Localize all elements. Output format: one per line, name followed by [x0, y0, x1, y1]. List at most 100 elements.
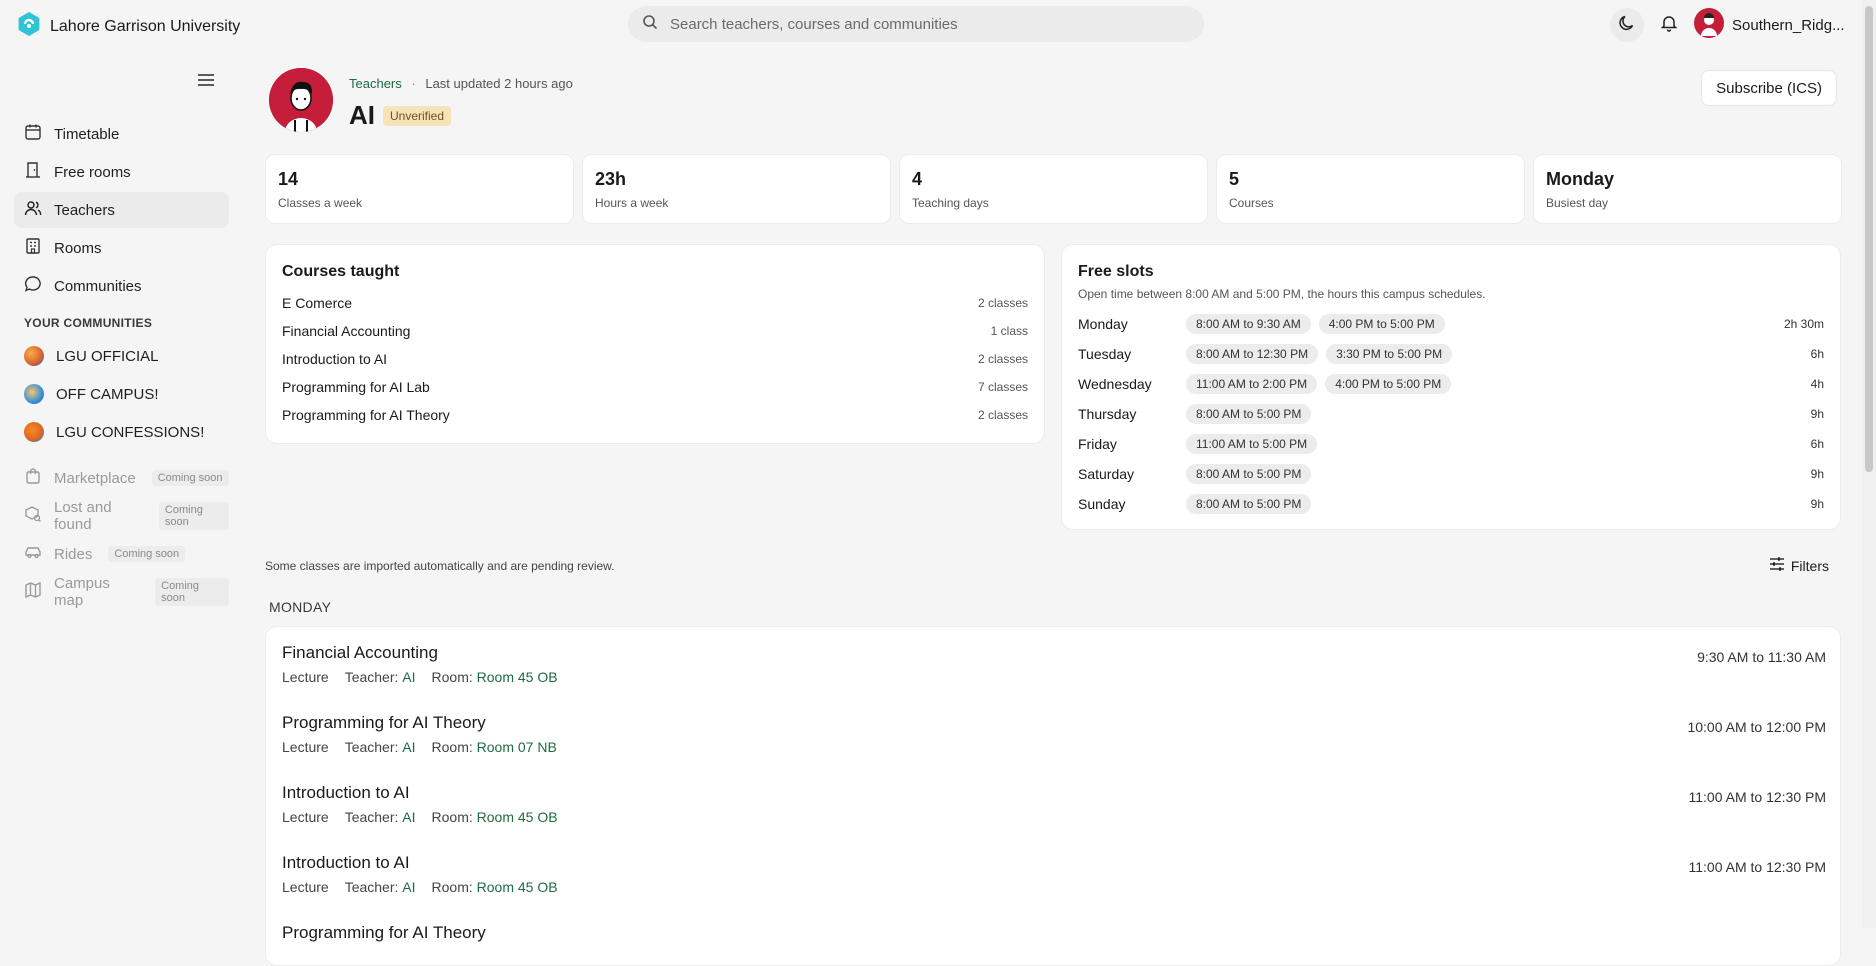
- sidebar-item-rides: Rides Coming soon: [14, 536, 229, 572]
- class-time: 11:00 AM to 12:30 PM: [1688, 859, 1827, 875]
- room-link[interactable]: Room 45 OB: [477, 879, 558, 895]
- class-item[interactable]: Financial Accounting Lecture Teacher: AI…: [266, 627, 1840, 697]
- slot-total: 9h: [1810, 467, 1824, 481]
- room-link[interactable]: Room 45 OB: [477, 809, 558, 825]
- notifications-button[interactable]: [1652, 8, 1686, 42]
- course-name: Financial Accounting: [282, 323, 411, 339]
- sidebar-item-label: Campus map: [54, 575, 110, 609]
- room-link[interactable]: Room 07 NB: [477, 739, 557, 755]
- user-avatar: [1694, 8, 1724, 43]
- class-room: Room: Room 07 NB: [432, 739, 557, 755]
- theme-toggle-button[interactable]: [1610, 8, 1644, 42]
- class-item[interactable]: Programming for AI Theory Lecture Teache…: [266, 697, 1840, 767]
- slot-chip: 8:00 AM to 9:30 AM: [1186, 314, 1311, 334]
- breadcrumb-separator: ·: [411, 76, 416, 91]
- class-list: Financial Accounting Lecture Teacher: AI…: [265, 626, 1841, 966]
- course-row[interactable]: Financial Accounting 1 class: [282, 317, 1028, 345]
- coming-soon-badge: Coming soon: [151, 470, 229, 486]
- slot-chip: 8:00 AM to 5:00 PM: [1186, 494, 1312, 514]
- last-updated: Last updated 2 hours ago: [425, 76, 573, 91]
- course-row[interactable]: E Comerce 2 classes: [282, 289, 1028, 317]
- room-label: Room:: [431, 739, 473, 755]
- subscribe-ics-button[interactable]: Subscribe (ICS): [1701, 70, 1837, 106]
- user-menu[interactable]: Southern_Ridg...: [1694, 8, 1845, 43]
- search-input[interactable]: [668, 14, 1188, 34]
- class-time: 10:00 AM to 12:00 PM: [1687, 719, 1826, 735]
- sidebar-item-label: Rooms: [54, 239, 102, 257]
- teacher-link[interactable]: AI: [402, 739, 415, 755]
- sidebar-item-free-rooms[interactable]: Free rooms: [14, 154, 229, 190]
- sidebar-item-label: Timetable: [54, 125, 120, 143]
- community-label: LGU OFFICIAL: [56, 347, 159, 365]
- class-type: Lecture: [282, 879, 329, 895]
- course-row[interactable]: Programming for AI Lab 7 classes: [282, 373, 1028, 401]
- community-item[interactable]: LGU CONFESSIONS!: [14, 414, 229, 450]
- sidebar-item-lost-and-found: Lost and found Coming soon: [14, 498, 229, 534]
- teacher-header: Teachers · Last updated 2 hours ago AI U…: [265, 68, 1841, 140]
- slot-row: Friday 11:00 AM to 5:00 PM 6h: [1078, 429, 1824, 459]
- community-item[interactable]: OFF CAMPUS!: [14, 376, 229, 412]
- room-label: Room:: [431, 879, 473, 895]
- stat-value: Monday: [1546, 169, 1615, 189]
- courses-title: Courses taught: [282, 263, 400, 280]
- class-teacher: Teacher: AI: [345, 669, 416, 685]
- sidebar-item-rooms[interactable]: Rooms: [14, 230, 229, 266]
- sidebar-item-teachers[interactable]: Teachers: [14, 192, 229, 228]
- coming-soon-badge: Coming soon: [155, 578, 229, 606]
- slot-row: Wednesday 11:00 AM to 2:00 PM 4:00 PM to …: [1078, 369, 1824, 399]
- stat-value: 4: [912, 169, 923, 189]
- teacher-link[interactable]: AI: [402, 669, 415, 685]
- coming-soon-badge: Coming soon: [108, 546, 186, 562]
- sidebar-toggle-button[interactable]: [194, 70, 218, 94]
- stats-row: 14 Classes a week 23h Hours a week 4 Tea…: [265, 154, 1842, 224]
- hamburger-icon: [197, 73, 215, 92]
- class-item[interactable]: Introduction to AI Lecture Teacher: AI R…: [266, 767, 1840, 837]
- teacher-link[interactable]: AI: [402, 809, 415, 825]
- sidebar-item-timetable[interactable]: Timetable: [14, 116, 229, 152]
- course-name: Programming for AI Theory: [282, 407, 450, 423]
- sidebar-item-communities[interactable]: Communities: [14, 268, 229, 304]
- filters-button[interactable]: Filters: [1769, 557, 1829, 574]
- top-bar: Lahore Garrison University Southern_Ridg…: [0, 0, 1876, 50]
- bell-icon: [1660, 14, 1678, 37]
- class-item[interactable]: Introduction to AI Lecture Teacher: AI R…: [266, 837, 1840, 907]
- course-count: 1 class: [990, 324, 1028, 338]
- class-meta: Lecture Teacher: AI Room: Room 07 NB: [282, 739, 1824, 755]
- class-type: Lecture: [282, 669, 329, 685]
- course-row[interactable]: Introduction to AI 2 classes: [282, 345, 1028, 373]
- sidebar-item-label: Teachers: [54, 201, 115, 219]
- moon-icon: [1618, 14, 1636, 37]
- room-link[interactable]: Room 45 OB: [477, 669, 558, 685]
- community-item[interactable]: LGU OFFICIAL: [14, 338, 229, 374]
- coming-soon-badge: Coming soon: [158, 502, 229, 530]
- slot-chip: 11:00 AM to 2:00 PM: [1186, 374, 1318, 394]
- user-name: Southern_Ridg...: [1732, 17, 1845, 34]
- unverified-badge: Unverified: [383, 105, 452, 126]
- brand[interactable]: Lahore Garrison University: [16, 11, 240, 42]
- scrollbar-thumb[interactable]: [1865, 6, 1873, 472]
- stat-label: Courses: [1229, 196, 1274, 210]
- course-row[interactable]: Programming for AI Theory 2 classes: [282, 401, 1028, 429]
- calendar-icon: [24, 123, 42, 145]
- slot-chip: 3:30 PM to 5:00 PM: [1326, 344, 1453, 364]
- slot-chip: 4:00 PM to 5:00 PM: [1325, 374, 1452, 394]
- communities-section-title: YOUR COMMUNITIES: [24, 316, 153, 330]
- page-scrollbar[interactable]: [1862, 0, 1876, 928]
- slot-day: Sunday: [1078, 496, 1126, 512]
- search-icon: [642, 14, 658, 35]
- door-icon: [24, 161, 42, 183]
- slot-total: 6h: [1810, 437, 1824, 451]
- stat-card: 4 Teaching days: [899, 154, 1208, 224]
- search-bar[interactable]: [628, 6, 1204, 42]
- class-item[interactable]: Programming for AI Theory: [266, 907, 1840, 965]
- teacher-link[interactable]: AI: [402, 879, 415, 895]
- slot-chip: 11:00 AM to 5:00 PM: [1186, 434, 1318, 454]
- teacher-label: Teacher:: [344, 809, 399, 825]
- class-time: 11:00 AM to 12:30 PM: [1688, 789, 1827, 805]
- course-name: E Comerce: [282, 295, 353, 311]
- room-label: Room:: [431, 809, 473, 825]
- breadcrumb-teachers-link[interactable]: Teachers: [349, 76, 402, 91]
- stat-label: Teaching days: [912, 196, 989, 210]
- package-search-icon: [24, 505, 42, 527]
- free-slots-title: Free slots: [1078, 263, 1154, 280]
